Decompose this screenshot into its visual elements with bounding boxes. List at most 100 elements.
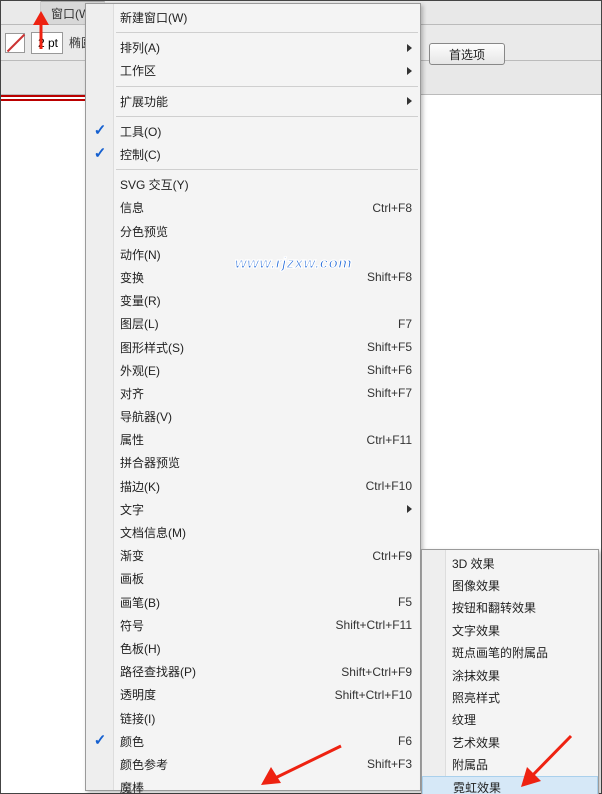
window-menu-item-label: 变量(R)	[120, 292, 412, 309]
style-library-submenu-item[interactable]: 图像效果	[422, 574, 598, 596]
window-menu-item[interactable]: 魔棒	[86, 776, 420, 794]
chevron-right-icon	[407, 44, 412, 52]
menu-shortcut: Shift+Ctrl+F11	[316, 618, 412, 632]
window-menu-item-label: 导航器(V)	[120, 408, 412, 425]
check-icon: ✓	[92, 123, 108, 139]
menu-shortcut: Ctrl+F8	[352, 201, 412, 215]
check-icon: ✓	[92, 733, 108, 749]
window-menu-item[interactable]: 对齐Shift+F7	[86, 382, 420, 405]
fill-swatch[interactable]	[5, 33, 25, 53]
window-menu-item-label: 路径查找器(P)	[120, 663, 321, 680]
style-library-submenu-item-label: 照亮样式	[452, 689, 590, 706]
menu-shortcut: Shift+F5	[347, 340, 412, 354]
window-menu-item[interactable]: 描边(K)Ctrl+F10	[86, 475, 420, 498]
style-library-submenu-item-label: 涂抹效果	[452, 667, 590, 684]
window-menu-item[interactable]: 变量(R)	[86, 289, 420, 312]
menu-shortcut: Shift+Ctrl+F10	[315, 688, 412, 702]
prefs-button[interactable]: 首选项	[429, 43, 505, 65]
style-library-submenu-item[interactable]: 照亮样式	[422, 686, 598, 708]
window-menu-item[interactable]: 文档信息(M)	[86, 521, 420, 544]
window-menu-item[interactable]: SVG 交互(Y)	[86, 173, 420, 196]
window-menu-item-label: 透明度	[120, 686, 315, 703]
window-menu-item-label: 色板(H)	[120, 640, 412, 657]
window-menu-item[interactable]: ✓颜色F6	[86, 730, 420, 753]
window-menu-item-label: 画笔(B)	[120, 594, 378, 611]
window-menu-item-label: 控制(C)	[120, 146, 412, 163]
window-menu-item-label: 拼合器预览	[120, 454, 412, 471]
window-menu-item[interactable]: 工作区	[86, 59, 420, 82]
style-library-submenu-item[interactable]: 纹理	[422, 709, 598, 731]
window-menu-item[interactable]: 文字	[86, 498, 420, 521]
style-library-submenu-item-label: 斑点画笔的附属品	[452, 644, 590, 661]
window-menu-item[interactable]: 外观(E)Shift+F6	[86, 359, 420, 382]
style-library-submenu-item[interactable]: 涂抹效果	[422, 664, 598, 686]
window-menu-item[interactable]: 新建窗口(W)	[86, 6, 420, 29]
window-menu-item[interactable]: ✓工具(O)	[86, 120, 420, 143]
check-icon: ✓	[92, 146, 108, 162]
window-menu-item[interactable]: 链接(I)	[86, 706, 420, 729]
window-menu-item-label: 文字	[120, 501, 407, 518]
style-library-submenu-item[interactable]: 霓虹效果	[422, 776, 598, 794]
menu-shortcut: Shift+F7	[347, 386, 412, 400]
window-menu-item[interactable]: 分色预览	[86, 220, 420, 243]
window-menu-item[interactable]: 画笔(B)F5	[86, 591, 420, 614]
window-menu-separator	[116, 116, 418, 117]
window-menu-item[interactable]: ✓ 控制(C)	[86, 143, 420, 166]
menu-shortcut: F6	[378, 734, 412, 748]
menu-shortcut: Ctrl+F10	[346, 479, 412, 493]
window-menu-item[interactable]: 色板(H)	[86, 637, 420, 660]
window-menu: 新建窗口(W)排列(A)工作区扩展功能✓工具(O)✓控制(C)SVG 交互(Y)…	[85, 3, 421, 791]
window-menu-item[interactable]: 路径查找器(P)Shift+Ctrl+F9	[86, 660, 420, 683]
window-menu-item-label: 信息	[120, 199, 352, 216]
window-menu-item-label: 外观(E)	[120, 362, 347, 379]
menu-shortcut: Ctrl+F9	[352, 549, 412, 563]
window-menu-item[interactable]: 图层(L)F7	[86, 312, 420, 335]
window-menu-item[interactable]: 图形样式(S)Shift+F5	[86, 335, 420, 358]
menu-items-container: 新建窗口(W)排列(A)工作区扩展功能✓工具(O)✓控制(C)SVG 交互(Y)…	[86, 4, 420, 794]
window-menu-item-label: 符号	[120, 617, 316, 634]
window-menu-item[interactable]: 透明度Shift+Ctrl+F10	[86, 683, 420, 706]
window-menu-item-label: 链接(I)	[120, 710, 412, 727]
style-library-submenu-item[interactable]: 附属品	[422, 754, 598, 776]
window-menu-item[interactable]: 信息Ctrl+F8	[86, 196, 420, 219]
menubar-tab-blank[interactable]	[1, 1, 41, 24]
window-menu-item-label: 排列(A)	[120, 39, 407, 56]
style-library-submenu-item-label: 纹理	[452, 711, 590, 728]
chevron-right-icon	[407, 67, 412, 75]
window-menu-separator	[116, 169, 418, 170]
style-library-submenu-item-label: 按钮和翻转效果	[452, 599, 590, 616]
window-menu-item[interactable]: 扩展功能	[86, 90, 420, 113]
window-menu-item-label: 分色预览	[120, 223, 412, 240]
prefs-button-label: 首选项	[449, 46, 485, 63]
window-menu-item[interactable]: 拼合器预览	[86, 451, 420, 474]
window-menu-item-label: 对齐	[120, 385, 347, 402]
menu-shortcut: F5	[378, 595, 412, 609]
window-menu-item[interactable]: 导航器(V)	[86, 405, 420, 428]
window-menu-item[interactable]: 符号Shift+Ctrl+F11	[86, 614, 420, 637]
window-menu-item[interactable]: 画板	[86, 567, 420, 590]
window-menu-item[interactable]: 渐变Ctrl+F9	[86, 544, 420, 567]
window-menu-item-label: 扩展功能	[120, 93, 407, 110]
menu-shortcut: F7	[378, 317, 412, 331]
style-library-submenu-item[interactable]: 按钮和翻转效果	[422, 597, 598, 619]
window-menu-item-label: 图形样式(S)	[120, 339, 347, 356]
window-menu-item[interactable]: 排列(A)	[86, 36, 420, 59]
window-menu-item-label: 图层(L)	[120, 315, 378, 332]
style-library-submenu-item[interactable]: 斑点画笔的附属品	[422, 642, 598, 664]
submenu-items-container: 3D 效果图像效果按钮和翻转效果文字效果斑点画笔的附属品涂抹效果照亮样式纹理艺术…	[422, 550, 598, 794]
window-menu-separator	[116, 86, 418, 87]
window-menu-item[interactable]: 颜色参考Shift+F3	[86, 753, 420, 776]
window-menu-item-label: 工作区	[120, 62, 407, 79]
style-library-submenu-item[interactable]: 艺术效果	[422, 731, 598, 753]
stroke-weight-field[interactable]: 2 pt	[31, 32, 63, 54]
style-library-submenu-item-label: 文字效果	[452, 622, 590, 639]
window-menu-item-label: SVG 交互(Y)	[120, 176, 412, 193]
style-library-submenu-item-label: 附属品	[452, 756, 590, 773]
graphic-style-library-submenu: 3D 效果图像效果按钮和翻转效果文字效果斑点画笔的附属品涂抹效果照亮样式纹理艺术…	[421, 549, 599, 794]
menu-shortcut: Shift+F8	[347, 270, 412, 284]
menu-shortcut: Shift+F3	[347, 757, 412, 771]
window-menu-item[interactable]: 属性Ctrl+F11	[86, 428, 420, 451]
style-library-submenu-item[interactable]: 3D 效果	[422, 552, 598, 574]
style-library-submenu-item[interactable]: 文字效果	[422, 619, 598, 641]
window-menu-item-label: 新建窗口(W)	[120, 9, 412, 26]
